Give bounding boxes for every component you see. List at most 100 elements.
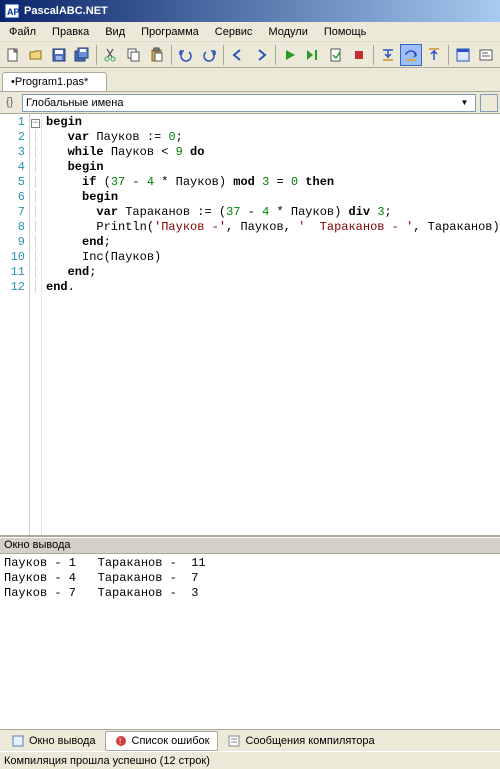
- toolbar-separator: [373, 45, 374, 65]
- code-line[interactable]: if (37 - 4 * Пауков) mod 3 = 0 then: [46, 175, 500, 190]
- menu-file[interactable]: Файл: [2, 24, 43, 40]
- svg-text:{}: {}: [6, 96, 14, 108]
- file-tab-strip: •Program1.pas*: [0, 68, 500, 92]
- output-line: Пауков - 1 Тараканов - 11: [4, 556, 496, 571]
- save-all-icon[interactable]: [71, 44, 93, 66]
- compiler-tab-icon: [227, 734, 241, 748]
- fold-marker: │: [30, 265, 41, 280]
- compile-icon[interactable]: [325, 44, 347, 66]
- new-file-icon[interactable]: [2, 44, 24, 66]
- line-number: 11: [0, 265, 29, 280]
- fold-marker: │: [30, 145, 41, 160]
- line-number: 7: [0, 205, 29, 220]
- chevron-down-icon: ▼: [457, 98, 472, 107]
- step-over-icon[interactable]: [400, 44, 422, 66]
- run-no-debug-icon[interactable]: [302, 44, 324, 66]
- code-line[interactable]: end.: [46, 280, 500, 295]
- menu-program[interactable]: Программа: [134, 24, 206, 40]
- tab-compiler-label: Сообщения компилятора: [245, 735, 374, 747]
- fold-marker: │: [30, 250, 41, 265]
- code-line[interactable]: begin: [46, 190, 500, 205]
- menu-help[interactable]: Помощь: [317, 24, 374, 40]
- output-panel-header: Окно вывода: [0, 537, 500, 554]
- step-out-icon[interactable]: [423, 44, 445, 66]
- output-tab-icon: [11, 734, 25, 748]
- svg-text:!: !: [119, 737, 121, 746]
- titlebar: AP PascalABC.NET: [0, 0, 500, 22]
- file-tab-active[interactable]: •Program1.pas*: [2, 72, 107, 91]
- line-number: 12: [0, 280, 29, 295]
- code-editor[interactable]: 123456789101112 −│││││││││││ begin var П…: [0, 114, 500, 537]
- menu-edit[interactable]: Правка: [45, 24, 96, 40]
- code-line[interactable]: var Пауков := 0;: [46, 130, 500, 145]
- cut-icon[interactable]: [100, 44, 122, 66]
- line-number: 6: [0, 190, 29, 205]
- tab-output[interactable]: Окно вывода: [2, 731, 105, 751]
- line-number: 10: [0, 250, 29, 265]
- fold-marker: │: [30, 175, 41, 190]
- status-text: Компиляция прошла успешно (12 строк): [4, 755, 210, 767]
- scope-braces-icon: {}: [5, 94, 19, 111]
- line-number: 1: [0, 115, 29, 130]
- fold-marker: │: [30, 130, 41, 145]
- scope-dropdown[interactable]: Глобальные имена ▼: [22, 94, 476, 112]
- code-line[interactable]: end;: [46, 235, 500, 250]
- menu-service[interactable]: Сервис: [208, 24, 260, 40]
- line-number: 9: [0, 235, 29, 250]
- copy-icon[interactable]: [123, 44, 145, 66]
- scope-side-button[interactable]: [480, 94, 498, 112]
- scope-bar: {} Глобальные имена ▼: [0, 92, 500, 114]
- fold-marker: │: [30, 220, 41, 235]
- code-completion-icon[interactable]: [475, 44, 497, 66]
- statusbar: Компиляция прошла успешно (12 строк): [0, 751, 500, 769]
- code-line[interactable]: Println('Пауков -', Пауков, ' Тараканов …: [46, 220, 500, 235]
- code-line[interactable]: end;: [46, 265, 500, 280]
- fold-marker: │: [30, 160, 41, 175]
- paste-icon[interactable]: [146, 44, 168, 66]
- toolbar-separator: [448, 45, 449, 65]
- output-line: Пауков - 4 Тараканов - 7: [4, 571, 496, 586]
- fold-marker: │: [30, 235, 41, 250]
- fold-marker[interactable]: −: [30, 115, 41, 130]
- undo-icon[interactable]: [175, 44, 197, 66]
- open-file-icon[interactable]: [25, 44, 47, 66]
- line-number: 5: [0, 175, 29, 190]
- toolbar-separator: [96, 45, 97, 65]
- menubar: Файл Правка Вид Программа Сервис Модули …: [0, 22, 500, 42]
- scope-text: Глобальные имена: [26, 97, 124, 109]
- output-line: Пауков - 7 Тараканов - 3: [4, 586, 496, 601]
- line-number: 3: [0, 145, 29, 160]
- titlebar-text: PascalABC.NET: [24, 5, 108, 17]
- nav-forward-icon[interactable]: [250, 44, 272, 66]
- tab-errors-label: Список ошибок: [132, 735, 210, 747]
- code-line[interactable]: begin: [46, 115, 500, 130]
- app-icon: AP: [4, 3, 20, 19]
- fold-marker: │: [30, 190, 41, 205]
- run-icon[interactable]: [279, 44, 301, 66]
- form-designer-icon[interactable]: [452, 44, 474, 66]
- line-number: 8: [0, 220, 29, 235]
- step-into-icon[interactable]: [377, 44, 399, 66]
- toolbar-separator: [171, 45, 172, 65]
- save-icon[interactable]: [48, 44, 70, 66]
- code-line[interactable]: while Пауков < 9 do: [46, 145, 500, 160]
- toolbar-separator: [223, 45, 224, 65]
- redo-icon[interactable]: [198, 44, 220, 66]
- tab-compiler[interactable]: Сообщения компилятора: [218, 731, 383, 751]
- menu-view[interactable]: Вид: [98, 24, 132, 40]
- code-line[interactable]: begin: [46, 160, 500, 175]
- code-line[interactable]: var Тараканов := (37 - 4 * Пауков) div 3…: [46, 205, 500, 220]
- fold-marker: │: [30, 280, 41, 295]
- errors-tab-icon: !: [114, 734, 128, 748]
- tab-errors[interactable]: ! Список ошибок: [105, 731, 219, 751]
- line-number: 4: [0, 160, 29, 175]
- stop-icon[interactable]: [348, 44, 370, 66]
- line-number: 2: [0, 130, 29, 145]
- fold-marker: │: [30, 205, 41, 220]
- menu-modules[interactable]: Модули: [261, 24, 314, 40]
- output-panel[interactable]: Пауков - 1 Тараканов - 11Пауков - 4 Тара…: [0, 554, 500, 729]
- line-number-gutter: 123456789101112: [0, 114, 30, 535]
- code-area[interactable]: begin var Пауков := 0; while Пауков < 9 …: [42, 114, 500, 535]
- nav-back-icon[interactable]: [227, 44, 249, 66]
- code-line[interactable]: Inc(Пауков): [46, 250, 500, 265]
